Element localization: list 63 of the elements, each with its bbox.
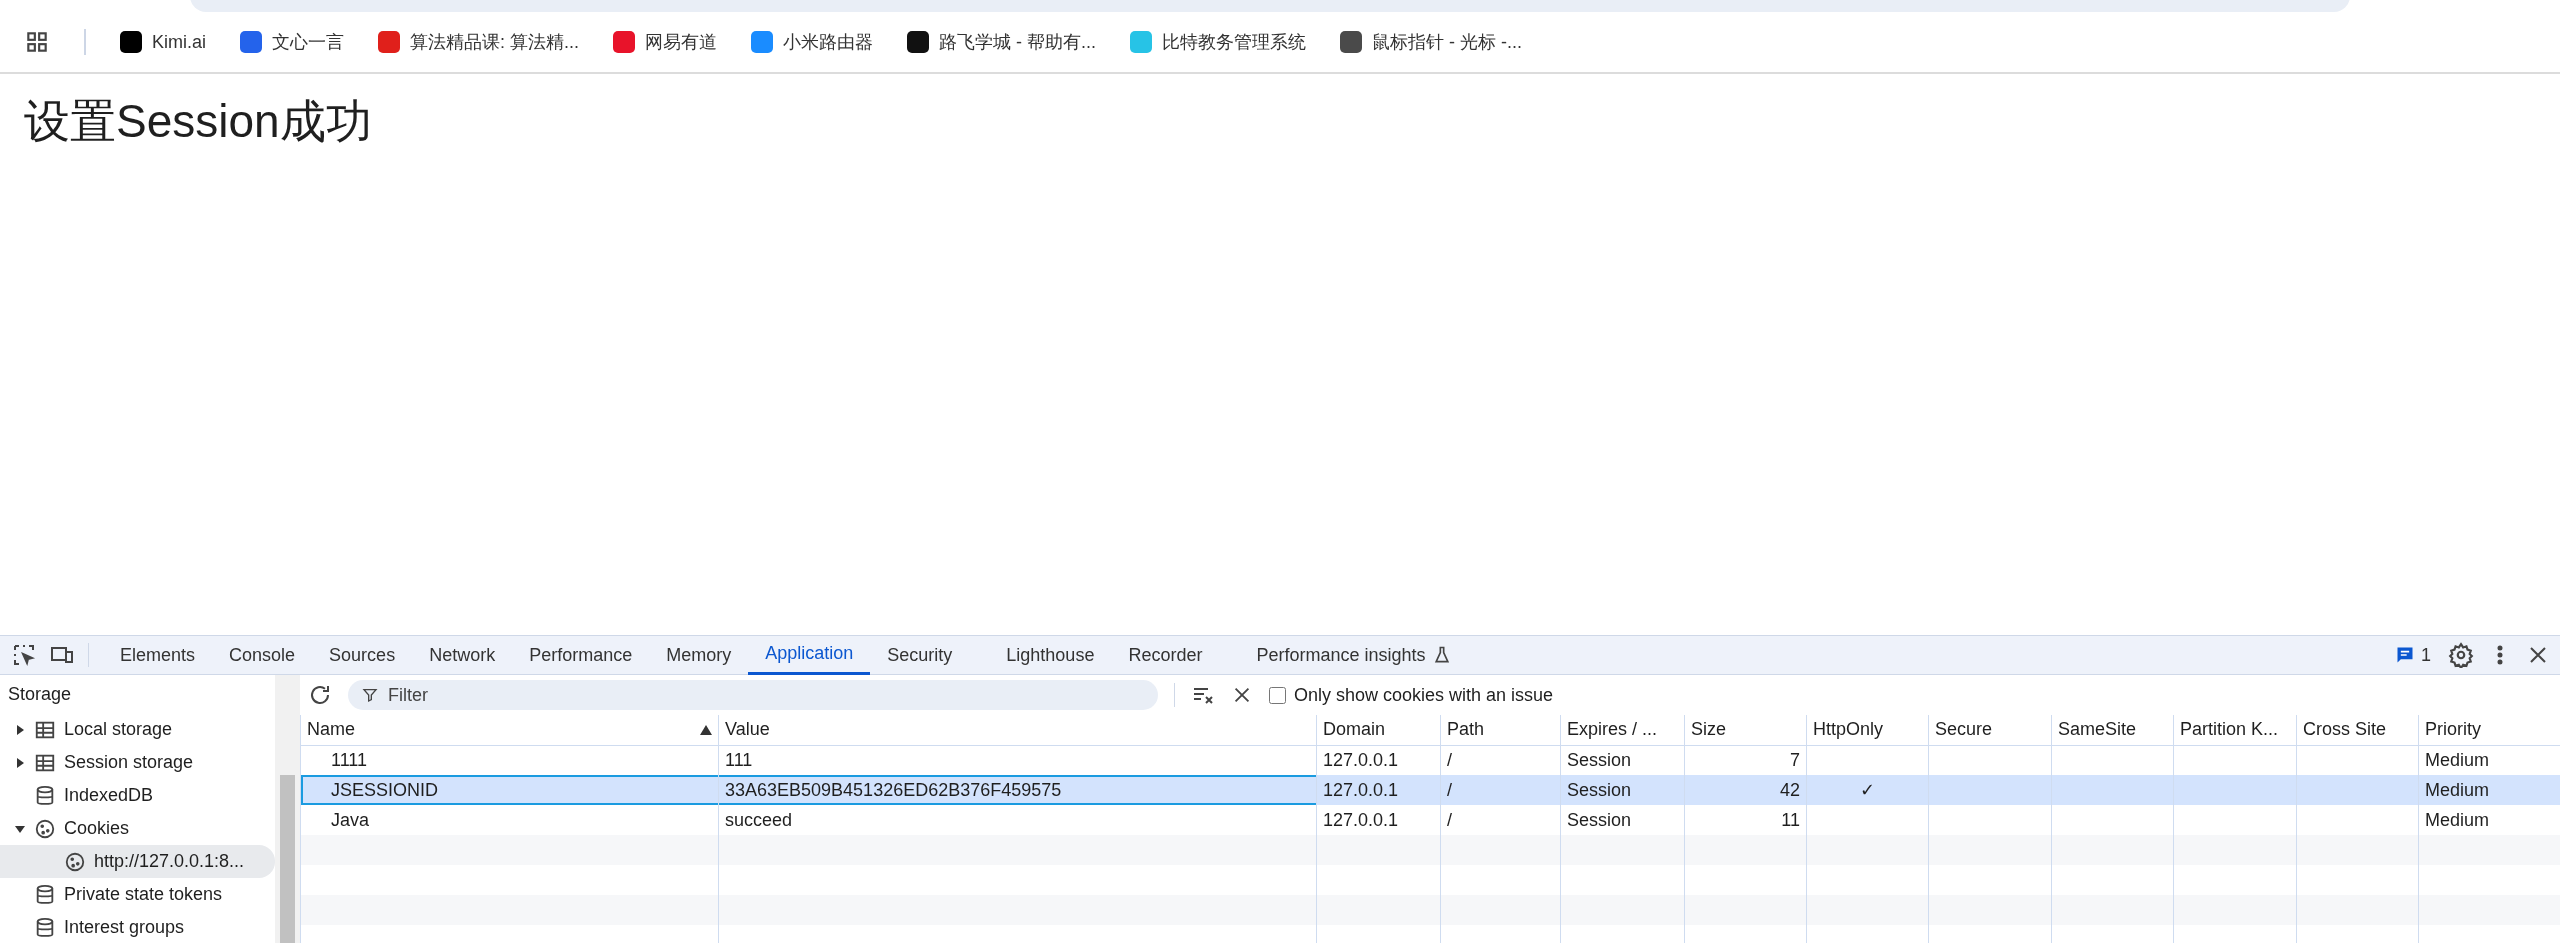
cookie-icon — [34, 817, 56, 840]
bookmark[interactable]: 网易有道 — [613, 28, 718, 56]
table-cell: Session — [1560, 775, 1685, 805]
column-header[interactable]: Expires / ... — [1560, 715, 1685, 745]
bookmark[interactable]: 鼠标指针 - 光标 -... — [1340, 28, 1523, 56]
devtools-tab[interactable]: Application — [748, 635, 871, 675]
refresh-icon[interactable] — [308, 683, 332, 707]
cookie-icon — [64, 850, 86, 873]
devtools-tab[interactable]: Network — [412, 635, 513, 675]
database-icon — [34, 883, 56, 906]
bookmark[interactable]: 算法精品课: 算法精... — [378, 28, 580, 56]
table-cell: ✓ — [1806, 775, 1929, 805]
sidebar-item[interactable]: Interest groups — [0, 911, 275, 943]
apps-grid-icon[interactable] — [24, 29, 50, 55]
table-cell: 127.0.0.1 — [1316, 775, 1441, 805]
table-cell: 33A63EB509B451326ED62B376F459575 — [718, 775, 1317, 805]
sidebar-item[interactable]: Local storage — [0, 713, 275, 746]
devtools-tab[interactable]: Performance — [512, 635, 650, 675]
devtools-tab[interactable]: Lighthouse — [989, 635, 1112, 675]
checkbox[interactable] — [1269, 686, 1286, 704]
database-icon — [34, 784, 56, 807]
inspect-element-icon[interactable] — [12, 643, 36, 667]
column-header[interactable]: Cross Site — [2296, 715, 2419, 745]
table-cell: / — [1440, 775, 1561, 805]
sidebar-item[interactable]: IndexedDB — [0, 779, 275, 812]
devtools-tab[interactable]: Recorder — [1111, 635, 1220, 675]
column-header[interactable]: SameSite — [2051, 715, 2174, 745]
devtools-tab[interactable]: Console — [212, 635, 313, 675]
devtools-tab[interactable]: Elements — [103, 635, 213, 675]
bookmark[interactable]: 路飞学城 - 帮助有... — [907, 28, 1097, 56]
column-header[interactable]: Size — [1684, 715, 1807, 745]
bookmark[interactable]: 小米路由器 — [751, 28, 874, 56]
message-icon — [2395, 645, 2415, 665]
devtools-tab[interactable]: Security — [870, 635, 970, 675]
table-row[interactable]: JSESSIONID 33A63EB509B451326ED62B376F459575 127.0.0.1 / Session 42 ✓ Medium — [300, 775, 2560, 805]
devtools-tab[interactable]: Performance insights — [1239, 635, 1469, 675]
column-header[interactable]: Partition K... — [2173, 715, 2297, 745]
page-heading: 设置Session成功 — [24, 94, 373, 149]
devtools-tab[interactable]: Sources — [312, 635, 413, 675]
sidebar-item[interactable]: Private state tokens — [0, 878, 275, 911]
column-header[interactable]: Name — [300, 715, 719, 745]
filter-field[interactable]: Filter — [348, 680, 1158, 710]
sidebar-item[interactable]: Cookies — [0, 812, 275, 845]
checkbox-label: Only show cookies with an issue — [1294, 683, 1554, 707]
bookmark[interactable]: 比特教务管理系统 — [1130, 28, 1307, 56]
column-header[interactable]: Path — [1440, 715, 1561, 745]
column-header[interactable]: Domain — [1316, 715, 1441, 745]
settings-icon[interactable] — [2448, 642, 2474, 668]
database-icon — [34, 916, 56, 939]
issues-button[interactable]: 1 — [2378, 635, 2448, 675]
scrollbar[interactable] — [275, 675, 300, 943]
bookmark[interactable]: 文心一言 — [240, 28, 344, 56]
table-cell: 42 — [1684, 775, 1807, 805]
column-header[interactable]: Value — [718, 715, 1317, 745]
table-cell: Medium — [2418, 775, 2560, 805]
sidebar-item[interactable]: Session storage — [0, 746, 275, 779]
sidebar-item[interactable]: http://127.0.0.1:8... — [0, 845, 275, 878]
table-cell: JSESSIONID — [300, 775, 719, 805]
column-header[interactable]: HttpOnly — [1806, 715, 1929, 745]
devtools-tab[interactable]: Memory — [649, 635, 749, 675]
sidebar-section-title: Storage — [7, 682, 73, 706]
column-header[interactable]: Secure — [1928, 715, 2052, 745]
bookmark[interactable]: Kimi.ai — [120, 28, 206, 56]
